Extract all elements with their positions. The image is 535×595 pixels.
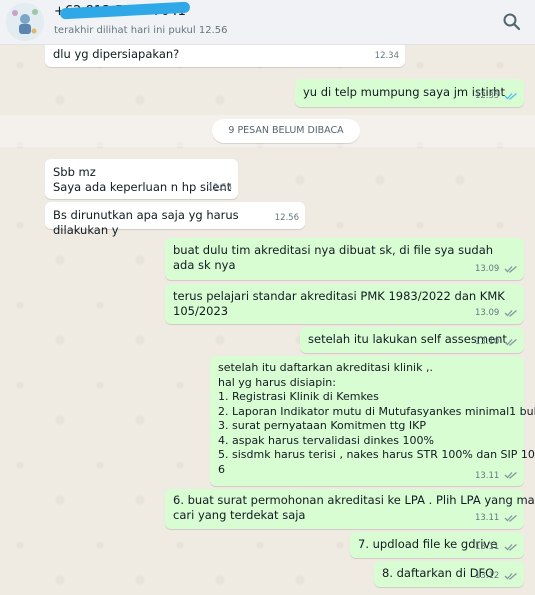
message-incoming[interactable]: Sbb mz Saya ada keperluan n hp silent 12…	[45, 159, 238, 199]
message-time: 13.11	[474, 470, 500, 481]
message-line: 6. buat surat permohonan akreditasi ke L…	[173, 493, 535, 507]
message-outgoing[interactable]: 6. buat surat permohonan akreditasi ke L…	[165, 489, 535, 529]
message-time: 12.55	[207, 183, 232, 193]
message-line: 4. aspak harus tervalidasi dinkes 100%	[218, 433, 434, 447]
double-check-icon	[504, 572, 517, 580]
double-check-icon	[504, 338, 517, 346]
message-line: 5. sisdmk harus terisi , nakes harus STR…	[218, 448, 535, 461]
double-check-icon	[504, 543, 517, 551]
message-outgoing[interactable]: buat dulu tim akreditasi nya dibuat sk, …	[165, 238, 524, 280]
avatar-image	[6, 3, 44, 41]
message-time: 13.10	[474, 337, 500, 347]
message-time: 12.34	[374, 51, 399, 61]
message-line: 3. surat pernyataan Komitmen ttg IKP	[218, 419, 426, 432]
message-line: setelah itu daftarkan akreditasi klinik …	[218, 361, 433, 374]
message-text: terus pelajari standar akreditasi PMK 19…	[173, 289, 505, 318]
message-time: 13.11	[474, 542, 500, 552]
message-text: Bs dirunutkan apa saja yg harus dilakuka…	[53, 208, 239, 237]
search-button[interactable]	[502, 12, 522, 32]
message-line: Saya ada keperluan n hp silent	[53, 180, 232, 194]
chat-header: +62 813-5545-7041 terakhir dilihat hari …	[0, 0, 535, 45]
message-time: 13.09	[474, 308, 500, 318]
message-outgoing[interactable]: setelah itu daftarkan akreditasi klinik …	[210, 356, 535, 486]
chat-area[interactable]: dlu yg dipersiapakan? 12.34 yu di telp m…	[0, 45, 535, 595]
message-line: 6	[218, 462, 225, 476]
search-icon	[503, 13, 521, 31]
message-line: 1. Registrasi Klinik di Kemkes	[218, 390, 379, 403]
message-line: Sbb mz	[53, 165, 96, 179]
message-outgoing[interactable]: 8. daftarkan di DFO 13.12	[374, 561, 524, 587]
message-line: hal yg harus disiapin:	[218, 375, 336, 389]
message-line: 2. Laporan Indikator mutu di Mutufasyank…	[218, 404, 535, 418]
double-check-icon	[504, 514, 517, 522]
double-check-icon	[504, 265, 517, 273]
message-outgoing[interactable]: yu di telp mumpung saya jm istirht 12.35	[295, 79, 524, 107]
message-text: buat dulu tim akreditasi nya dibuat sk, …	[173, 243, 494, 272]
message-line: cari yang terdekat saja	[173, 508, 306, 522]
double-check-icon	[504, 309, 517, 317]
message-time: 12.35	[474, 91, 500, 101]
avatar[interactable]	[6, 3, 44, 41]
unread-divider: 9 PESAN BELUM DIBACA	[212, 119, 360, 143]
message-outgoing[interactable]: setelah itu lakukan self assesment 13.10	[300, 327, 524, 353]
message-time: 13.11	[474, 513, 500, 523]
message-outgoing[interactable]: 7. updload file ke gdrive 13.11	[350, 532, 524, 558]
message-time: 12.56	[274, 213, 299, 223]
message-time: 13.12	[474, 571, 500, 581]
message-time: 13.09	[474, 264, 500, 274]
double-check-icon	[504, 92, 517, 100]
message-incoming[interactable]: Bs dirunutkan apa saja yg harus dilakuka…	[45, 202, 305, 237]
message-incoming[interactable]: dlu yg dipersiapakan? 12.34	[45, 45, 405, 67]
double-check-icon	[504, 472, 517, 479]
message-outgoing[interactable]: terus pelajari standar akreditasi PMK 19…	[165, 284, 524, 324]
message-text: dlu yg dipersiapakan?	[53, 47, 180, 61]
last-seen-status: terakhir dilihat hari ini pukul 12.56	[54, 25, 228, 36]
